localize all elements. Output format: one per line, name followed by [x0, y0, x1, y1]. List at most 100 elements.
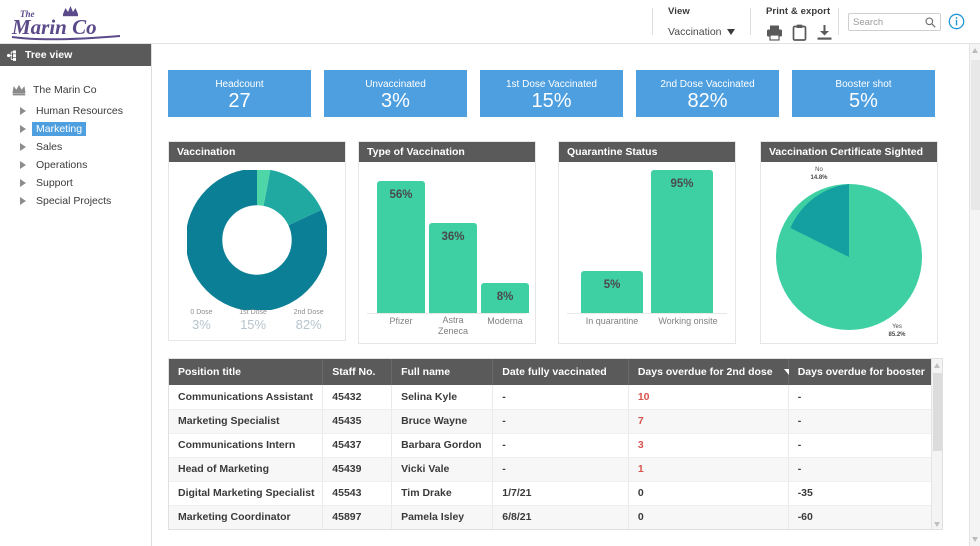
sidebar-item-sales[interactable]: Sales: [0, 139, 151, 154]
pie-label-name: Yes: [892, 324, 902, 330]
bar-column-working-onsite[interactable]: 95%: [651, 170, 713, 313]
table-row[interactable]: Communications Assistant 45432 Selina Ky…: [169, 385, 942, 410]
cell-days-overdue-booster: -: [788, 409, 942, 434]
chevron-right-icon[interactable]: [20, 124, 26, 133]
scroll-down-arrow-icon[interactable]: [972, 537, 978, 542]
tree-root-node[interactable]: The Marin Co: [0, 80, 151, 100]
kpi-value: 5%: [849, 89, 878, 112]
download-export-icon[interactable]: [816, 24, 833, 41]
cell-days-overdue-2nd-dose: 3: [628, 433, 789, 458]
panel-body: 0 Dose 3% 1st Dose 15% 2nd Dose 82%: [169, 162, 345, 340]
cell-date-fully-vaccinated: -: [492, 433, 629, 458]
clipboard-copy-icon[interactable]: [792, 24, 807, 41]
column-header-staff-no[interactable]: Staff No.: [322, 359, 393, 385]
bar-column-moderna[interactable]: 8%: [481, 283, 529, 313]
kpi-title: Booster shot: [835, 78, 892, 90]
chart-panel-quarantine-status: Quarantine Status 5% 95% In quarantine W…: [558, 141, 736, 344]
kpi-title: 2nd Dose Vaccinated: [660, 78, 755, 90]
cell-date-fully-vaccinated: -: [492, 409, 629, 434]
kpi-card-first-dose[interactable]: 1st Dose Vaccinated 15%: [480, 70, 623, 117]
column-header-days-overdue-2nd-dose[interactable]: Days overdue for 2nd dose: [628, 359, 794, 385]
pie-label-yes: Yes 85.2%: [877, 323, 917, 339]
kpi-value: 15%: [531, 89, 572, 112]
cell-staff-no: 45439: [322, 457, 393, 482]
donut-slice-0-dose: [185, 168, 329, 312]
table-row[interactable]: Digital Marketing Specialist 45543 Tim D…: [169, 481, 942, 506]
chevron-right-icon[interactable]: [20, 196, 26, 205]
cell-staff-no: 45437: [322, 433, 393, 458]
table-body: Communications Assistant 45432 Selina Ky…: [169, 385, 942, 529]
sidebar-item-marketing[interactable]: Marketing: [0, 121, 151, 136]
sidebar-item-label: Marketing: [32, 121, 87, 136]
legend-value: 82%: [295, 317, 322, 332]
sidebar-item-operations[interactable]: Operations: [0, 157, 151, 172]
pie-label-name: No: [815, 167, 823, 173]
panel-body: 56% 36% 8% Pfizer Astra Zeneca Moderna: [359, 162, 535, 343]
column-header-date-fully-vaccinated[interactable]: Date fully vaccinated: [492, 359, 629, 385]
table-row[interactable]: Marketing Specialist 45435 Bruce Wayne -…: [169, 409, 942, 434]
cell-days-overdue-2nd-dose: 0: [628, 481, 789, 506]
cell-date-fully-vaccinated: 1/7/21: [492, 481, 629, 506]
scroll-up-arrow-icon[interactable]: [972, 48, 978, 53]
table-row[interactable]: Head of Marketing 45439 Vicki Vale - 1 -: [169, 457, 942, 482]
panel-title: Type of Vaccination: [359, 142, 535, 162]
cell-days-overdue-booster: -: [788, 457, 942, 482]
bar-column-pfizer[interactable]: 56%: [377, 181, 425, 313]
table-row[interactable]: Marketing Coordinator 45897 Pamela Isley…: [169, 505, 942, 529]
table-scrollbar-thumb[interactable]: [933, 373, 942, 451]
sidebar-item-support[interactable]: Support: [0, 175, 151, 190]
view-dropdown[interactable]: Vaccination: [668, 26, 735, 38]
svg-text:Marin Co: Marin Co: [11, 15, 97, 39]
cell-full-name: Selina Kyle: [391, 385, 494, 410]
column-header-position-title[interactable]: Position title: [169, 359, 324, 385]
bar-value-label: 36%: [441, 231, 465, 243]
search-box[interactable]: [848, 13, 941, 31]
scroll-down-arrow-icon[interactable]: [934, 522, 940, 527]
chart-panel-vaccination: Vaccination 0 Dose 3% 1st Dose 15% 2nd D…: [168, 141, 346, 341]
chevron-right-icon[interactable]: [20, 142, 26, 151]
print-export-group: Print & export: [766, 6, 833, 41]
bar-label-in-quarantine: In quarantine: [585, 316, 639, 326]
column-header-full-name[interactable]: Full name: [391, 359, 494, 385]
chevron-right-icon[interactable]: [20, 160, 26, 169]
chart-panel-type-of-vaccination: Type of Vaccination 56% 36% 8% Pfizer As…: [358, 141, 536, 344]
sidebar-item-human-resources[interactable]: Human Resources: [0, 103, 151, 118]
table-vertical-scrollbar[interactable]: [931, 359, 942, 529]
bar-column-in-quarantine[interactable]: 5%: [581, 271, 643, 313]
cell-staff-no: 45897: [322, 505, 393, 529]
info-icon[interactable]: [948, 13, 965, 30]
table-row[interactable]: Communications Intern 45437 Barbara Gord…: [169, 433, 942, 458]
kpi-card-headcount[interactable]: Headcount 27: [168, 70, 311, 117]
kpi-card-second-dose[interactable]: 2nd Dose Vaccinated 82%: [636, 70, 779, 117]
tree-view-title: Tree view: [25, 49, 73, 61]
printer-icon[interactable]: [766, 24, 783, 41]
kpi-title: Unvaccinated: [365, 78, 426, 90]
bar-label-text: Astra Zeneca: [437, 315, 469, 336]
sidebar-item-label: Support: [36, 176, 73, 189]
cell-date-fully-vaccinated: -: [492, 457, 629, 482]
view-label: View: [668, 6, 690, 17]
kpi-card-booster[interactable]: Booster shot 5%: [792, 70, 935, 117]
column-header-days-overdue-booster[interactable]: Days overdue for booster: [788, 359, 942, 385]
company-logo: The Marin Co: [8, 3, 138, 43]
scroll-up-arrow-icon[interactable]: [934, 363, 940, 368]
search-input[interactable]: [853, 16, 925, 28]
print-export-label: Print & export: [766, 6, 831, 17]
kpi-card-unvaccinated[interactable]: Unvaccinated 3%: [324, 70, 467, 117]
search-icon[interactable]: [925, 16, 936, 28]
chart-panel-certificate-sighted: Vaccination Certificate Sighted No 14.8%…: [760, 141, 938, 344]
chevron-right-icon[interactable]: [20, 106, 26, 115]
cell-position-title: Marketing Specialist: [169, 409, 324, 434]
dashboard-canvas: Headcount 27 Unvaccinated 3% 1st Dose Va…: [152, 44, 970, 546]
toolbar-divider-1: [652, 8, 653, 35]
bar-in-quarantine: 5%: [581, 271, 643, 313]
cell-staff-no: 45432: [322, 385, 393, 410]
page-vertical-scrollbar[interactable]: [969, 44, 980, 546]
donut-legend-item-0-dose: 0 Dose 3%: [190, 309, 212, 332]
view-selected-value: Vaccination: [668, 26, 722, 38]
bar-column-astra-zeneca[interactable]: 36%: [429, 223, 477, 313]
panel-title: Quarantine Status: [559, 142, 735, 162]
page-scrollbar-thumb[interactable]: [971, 60, 980, 210]
chevron-right-icon[interactable]: [20, 178, 26, 187]
sidebar-item-special-projects[interactable]: Special Projects: [0, 193, 151, 208]
